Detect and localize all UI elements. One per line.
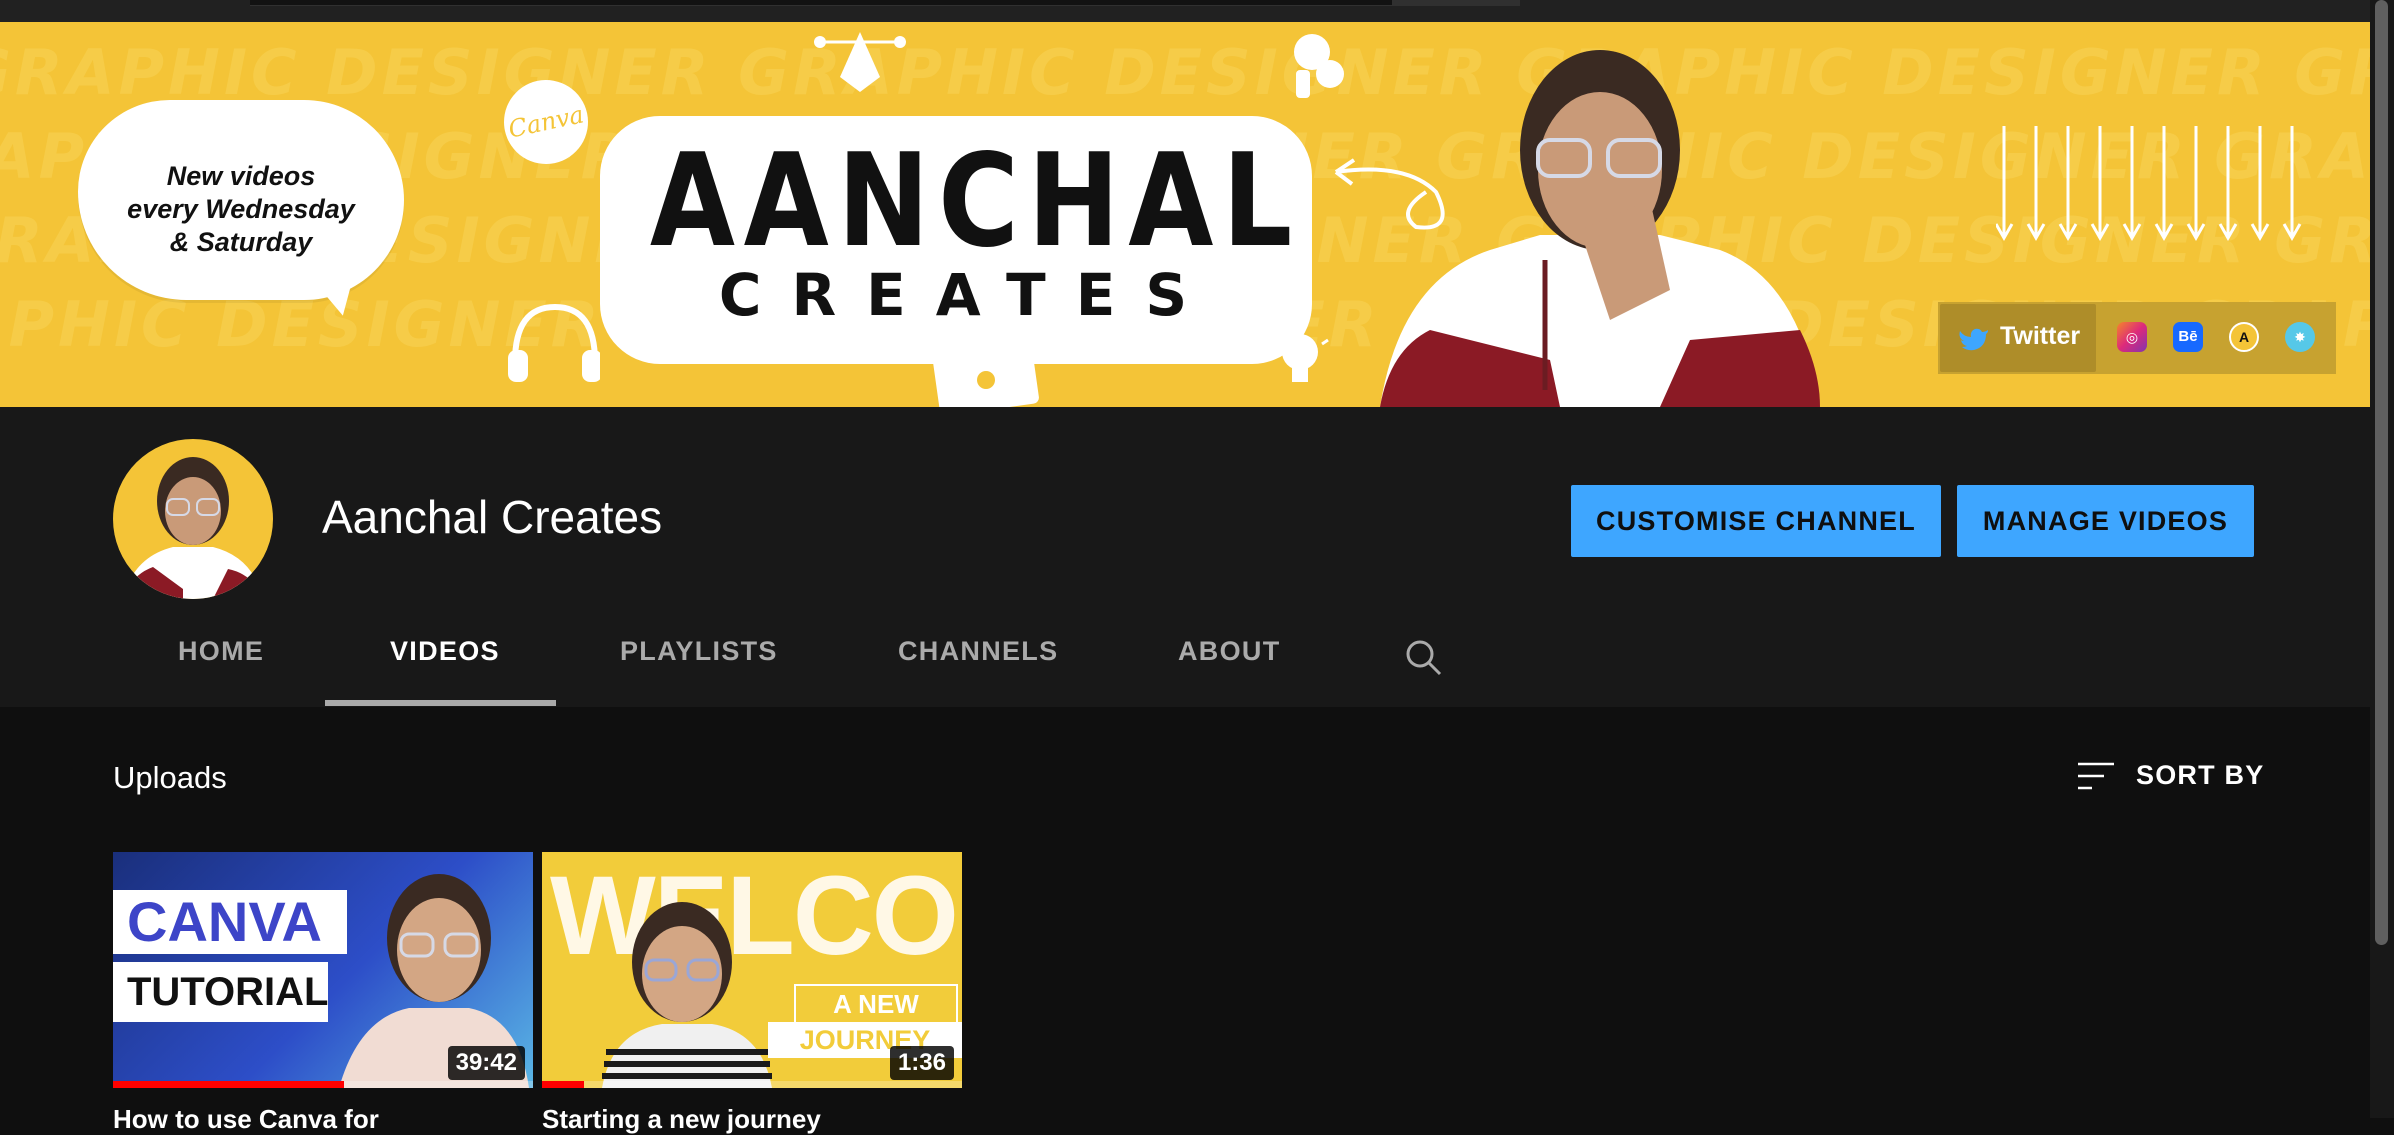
page-scrollbar[interactable]	[2375, 0, 2388, 945]
avatar[interactable]	[113, 439, 273, 599]
tab-about[interactable]: ABOUT	[1178, 636, 1281, 667]
link-icon[interactable]: A	[2229, 322, 2259, 352]
schedule-line: & Saturday	[169, 227, 313, 257]
schedule-line: New videos	[166, 161, 316, 191]
watch-progress-bar	[542, 1081, 584, 1088]
top-search-button[interactable]	[1392, 0, 1520, 5]
sort-icon[interactable]	[2076, 760, 2116, 794]
customise-channel-button[interactable]: CUSTOMISE CHANNEL	[1571, 485, 1941, 557]
thumbnail-text: TUTORIAL	[113, 962, 328, 1022]
video-title[interactable]: Starting a new journey	[542, 1104, 821, 1135]
logo-subtitle: CREATES	[718, 261, 1218, 329]
watch-progress-bar	[113, 1081, 344, 1088]
headphones-icon	[508, 303, 600, 382]
doodle-icon	[1294, 34, 1344, 98]
twitter-icon	[1959, 328, 1988, 351]
channel-name: Aanchal Creates	[322, 491, 663, 543]
search-icon[interactable]	[1404, 638, 1444, 678]
upload-schedule-text: New videos every Wednesday & Saturday	[78, 160, 404, 259]
video-thumbnail[interactable]: WELCOME A NEW JOURNEY 1:36	[542, 852, 962, 1088]
down-arrows-decoration	[1996, 126, 2302, 242]
thumbnail-text: A NEW	[794, 984, 958, 1024]
schedule-line: every Wednesday	[127, 194, 355, 224]
top-search-input[interactable]	[250, 0, 1520, 6]
watch-progress-track	[542, 1081, 962, 1088]
thumbnail-text: CANVA	[113, 890, 347, 954]
video-duration: 39:42	[447, 1046, 525, 1080]
creator-photo	[1380, 50, 1820, 407]
twitter-link-label[interactable]: Twitter	[2000, 322, 2080, 351]
tab-home[interactable]: HOME	[178, 636, 264, 667]
behance-icon[interactable]: Bē	[2173, 322, 2203, 352]
manage-videos-button[interactable]: MANAGE VIDEOS	[1957, 485, 2254, 557]
logo-title: AANCHAL	[649, 127, 1301, 276]
uploads-heading: Uploads	[113, 760, 227, 795]
sort-by-button[interactable]: SORT BY	[2136, 760, 2264, 791]
website-icon[interactable]: ✸	[2285, 322, 2315, 352]
top-app-bar	[0, 0, 2370, 22]
pen-tool-icon	[814, 32, 906, 92]
instagram-icon[interactable]: ◎	[2117, 322, 2147, 352]
banner-watermark: GRAPHIC DESIGNER GRAPHIC DESIGNER GRAPHI…	[0, 36, 2370, 109]
video-duration: 1:36	[889, 1046, 954, 1080]
tab-channels[interactable]: CHANNELS	[898, 636, 1058, 667]
video-title[interactable]: How to use Canva for	[113, 1104, 379, 1135]
active-tab-indicator	[325, 700, 556, 706]
tab-videos[interactable]: VIDEOS	[390, 636, 500, 667]
video-thumbnail[interactable]: CANVA TUTORIAL 39:42	[113, 852, 533, 1088]
tab-playlists[interactable]: PLAYLISTS	[620, 636, 778, 667]
thumbnail-person	[602, 902, 772, 1088]
